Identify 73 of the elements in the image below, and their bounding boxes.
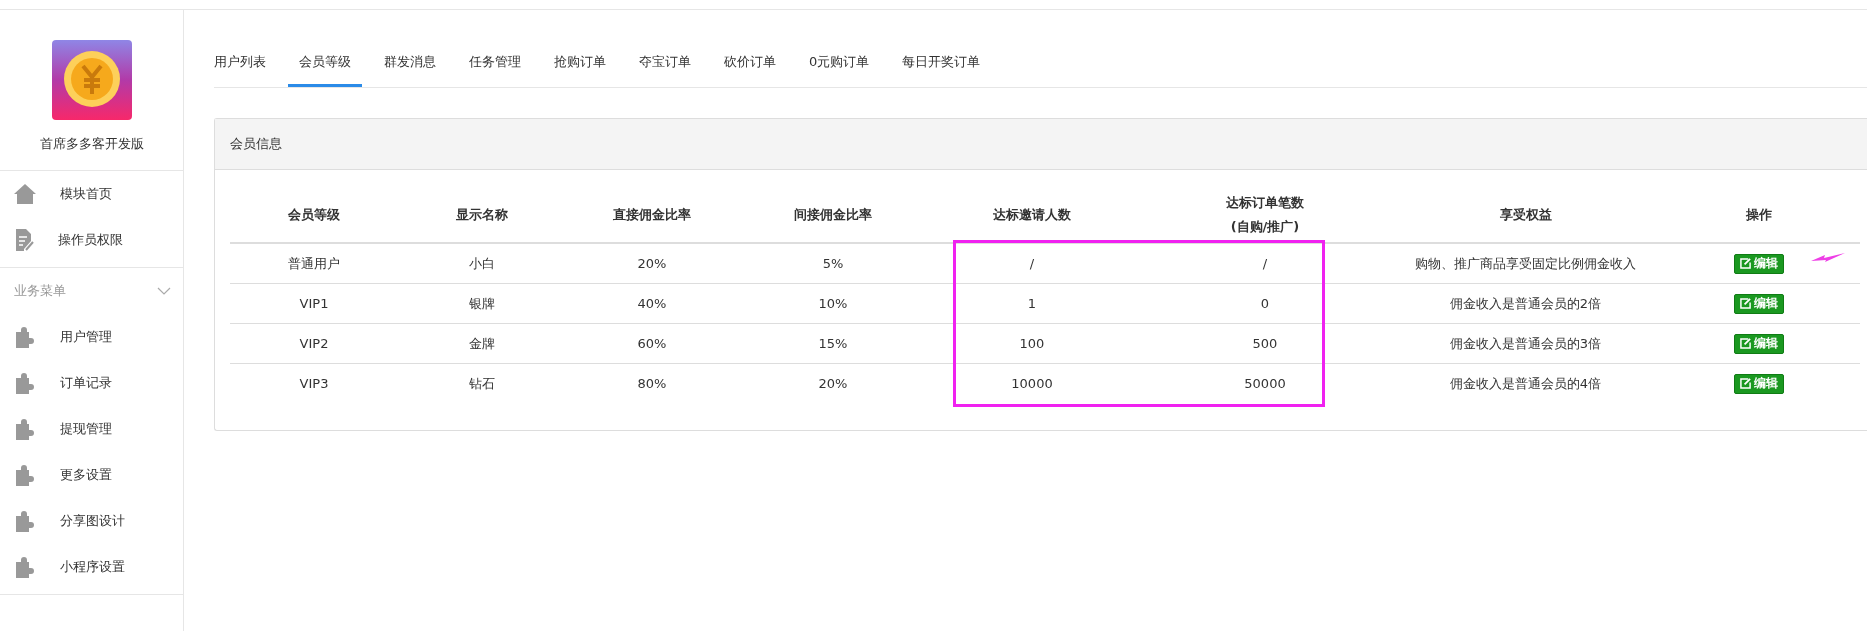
table-cell-text: / (1028, 255, 1036, 273)
edit-button[interactable]: 编辑 (1734, 293, 1784, 314)
puzzle-icon (14, 464, 36, 486)
table-cell-text: 佣金收入是普通会员的3倍 (1448, 335, 1603, 353)
nav-item[interactable]: 小程序设置 (0, 544, 183, 590)
edit-button[interactable]: 编辑 (1734, 333, 1784, 354)
puzzle-icon (14, 418, 36, 440)
table-cell-text: 1 (1026, 295, 1038, 313)
nav-item[interactable]: 操作员权限 (0, 217, 183, 263)
table-cell-text: 500 (1251, 335, 1279, 353)
table-cell-text: 40% (636, 295, 668, 313)
home-icon (14, 184, 36, 204)
edit-icon (1740, 378, 1751, 389)
tab[interactable]: 砍价订单 (713, 40, 787, 87)
nav-item[interactable]: 用户管理 (0, 314, 183, 360)
table-cell-text: 20% (636, 255, 668, 273)
table-cell-text: 10000 (1010, 375, 1054, 393)
table-cell-text: 15% (817, 335, 849, 353)
app-name: 首席多多客开发版 (39, 135, 144, 153)
column-header: 操作 (1746, 206, 1772, 224)
table-cell-text: 50000 (1243, 375, 1287, 393)
column-header: 显示名称 (455, 206, 508, 224)
edit-button[interactable]: 编辑 (1734, 373, 1784, 394)
table-cell-text: 佣金收入是普通会员的4倍 (1448, 375, 1603, 393)
nav-item[interactable]: 提现管理 (0, 406, 183, 452)
nav-item[interactable]: 订单记录 (0, 360, 183, 406)
tab[interactable]: 用户列表 (214, 40, 277, 87)
table-cell-text: 0 (1259, 295, 1271, 313)
table-cell-text: 购物、推广商品享受固定比例佣金收入 (1414, 255, 1637, 273)
edit-button[interactable]: 编辑 (1734, 253, 1784, 274)
table-cell-text: VIP2 (298, 335, 330, 353)
nav-item[interactable]: 更多设置 (0, 452, 183, 498)
table-cell-text: / (1261, 255, 1269, 273)
edit-icon (1740, 258, 1751, 269)
column-header: 直接佣金比率 (613, 206, 691, 224)
nav-item[interactable]: 模块首页 (0, 171, 183, 217)
table-cell-text: 60% (636, 335, 668, 353)
annotation-arrow (1811, 252, 1845, 264)
coin-logo-icon (51, 40, 132, 120)
puzzle-icon (14, 510, 36, 532)
column-header: 间接佣金比率 (794, 206, 872, 224)
column-header: 会员等级 (288, 206, 340, 224)
tab[interactable]: 夺宝订单 (628, 40, 702, 87)
table-cell-text: 20% (817, 375, 849, 393)
table-cell-text: 小白 (467, 255, 496, 273)
column-header: 享受权益 (1499, 206, 1552, 224)
tab[interactable]: 群发消息 (373, 40, 447, 87)
puzzle-icon (14, 372, 36, 394)
table-cell-text: 钻石 (467, 375, 496, 393)
edit-icon (1740, 338, 1751, 349)
puzzle-icon (14, 326, 36, 348)
tab[interactable]: 抢购订单 (543, 40, 617, 87)
table-cell-text: 佣金收入是普通会员的2倍 (1448, 295, 1603, 313)
table-cell-text: 10% (817, 295, 849, 313)
edit-icon (1740, 298, 1751, 309)
tab[interactable]: 会员等级 (288, 40, 362, 87)
table-cell-text: VIP1 (298, 295, 330, 313)
nav-item[interactable]: 分享图设计 (0, 498, 183, 544)
document-edit-icon (14, 229, 34, 251)
column-header: 达标订单笔数 (自购/推广) (1225, 194, 1305, 236)
table-cell-text: 100 (1018, 335, 1046, 353)
puzzle-icon (14, 556, 36, 578)
table-cell-text: 金牌 (467, 335, 496, 353)
table-cell-text: 银牌 (467, 295, 496, 313)
table-cell-text: 普通用户 (287, 255, 341, 273)
column-header: 达标邀请人数 (993, 206, 1071, 224)
panel-title: 会员信息 (230, 135, 282, 153)
tab[interactable]: 任务管理 (458, 40, 532, 87)
table-cell-text: VIP3 (298, 375, 330, 393)
table-cell-text: 5% (821, 255, 845, 273)
table-cell-text: 80% (636, 375, 668, 393)
tab[interactable]: 每日开奖订单 (891, 40, 992, 87)
tab[interactable]: 0元购订单 (798, 40, 881, 87)
